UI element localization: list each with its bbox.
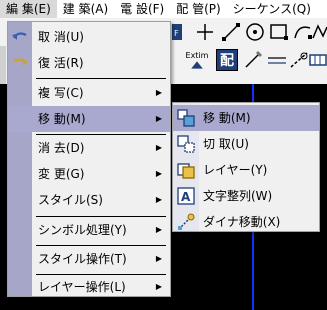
- cut-icon: [177, 135, 195, 153]
- submenu-arrow-icon: ▶: [155, 88, 162, 97]
- submenu-item-label: 文字整列(W): [203, 189, 273, 203]
- submenu-arrow-icon: ▶: [155, 282, 162, 291]
- submenu-item-move[interactable]: 移 動(M): [173, 105, 319, 131]
- menu-item-label: 復 活(R): [38, 56, 84, 70]
- menu-item-label: 取 消(U): [38, 30, 84, 44]
- menu-item-redo[interactable]: 復 活(R): [8, 50, 170, 76]
- toolbar-edge-icon[interactable]: F: [172, 19, 184, 45]
- menu-item-label: 移 動(M): [38, 112, 86, 126]
- haichi-button[interactable]: 配: [216, 49, 238, 71]
- menu-piping[interactable]: 配 管(P): [170, 0, 226, 18]
- menu-item-symbol-processing[interactable]: シンボル処理(Y) ▶: [8, 217, 170, 243]
- menu-architecture[interactable]: 建 築(A): [57, 0, 114, 18]
- extim-button[interactable]: Extim: [182, 47, 212, 73]
- plus-icon[interactable]: [192, 19, 218, 45]
- menu-item-move[interactable]: 移 動(M) ▶: [8, 106, 170, 132]
- menu-item-layer-operation[interactable]: レイヤー操作(L) ▶: [8, 274, 170, 300]
- edit-menu: 取 消(U) 復 活(R) 複 写(C) ▶ 移 動(M) ▶ 消 去(D) ▶…: [7, 21, 171, 297]
- layer-icon: [177, 161, 195, 179]
- submenu-arrow-icon: ▶: [155, 254, 162, 263]
- move-submenu: 移 動(M) 切 取(U) レイヤー(Y) A 文字整列(W) ダイナ移動(X): [172, 102, 320, 232]
- menu-item-change[interactable]: 変 更(G) ▶: [8, 161, 170, 187]
- menu-separator: [36, 78, 166, 79]
- menu-item-style[interactable]: スタイル(S) ▶: [8, 187, 170, 213]
- menu-item-label: スタイル操作(T): [38, 252, 127, 266]
- submenu-arrow-icon: ▶: [155, 195, 162, 204]
- move-icon: [177, 109, 195, 127]
- menu-electrical[interactable]: 電 設(F): [114, 0, 170, 18]
- extim-label: Extim: [185, 50, 209, 60]
- submenu-item-dyna-move[interactable]: ダイナ移動(X): [173, 209, 319, 235]
- undo-icon: [11, 29, 29, 45]
- submenu-item-layer[interactable]: レイヤー(Y): [173, 157, 319, 183]
- submenu-item-label: 移 動(M): [203, 111, 251, 125]
- submenu-arrow-icon: ▶: [155, 143, 162, 152]
- menu-edit[interactable]: 編 集(E): [0, 0, 57, 18]
- rectangle-icon[interactable]: [266, 19, 292, 45]
- redo-icon: [11, 55, 29, 71]
- menu-item-delete[interactable]: 消 去(D) ▶: [8, 135, 170, 161]
- line-icon[interactable]: [218, 19, 244, 45]
- menu-item-label: シンボル処理(Y): [38, 223, 127, 237]
- menu-item-style-operation[interactable]: スタイル操作(T) ▶: [8, 246, 170, 272]
- submenu-item-label: 切 取(U): [203, 137, 249, 151]
- menu-item-undo[interactable]: 取 消(U): [8, 24, 170, 50]
- submenu-item-label: ダイナ移動(X): [203, 215, 281, 229]
- menu-item-label: レイヤー操作(L): [38, 280, 126, 294]
- menu-bar: 編 集(E) 建 築(A) 電 設(F) 配 管(P) シーケンス(Q): [0, 0, 327, 18]
- submenu-arrow-icon: ▶: [155, 169, 162, 178]
- menu-item-label: 消 去(D): [38, 141, 85, 155]
- dyna-move-icon: [177, 213, 195, 231]
- submenu-item-label: レイヤー(Y): [203, 163, 268, 177]
- menu-item-label: 複 写(C): [38, 86, 84, 100]
- polyline-icon[interactable]: [312, 19, 327, 45]
- menu-item-label: スタイル(S): [38, 193, 103, 207]
- svg-text:F: F: [174, 29, 179, 38]
- pipe-icon[interactable]: [308, 47, 327, 73]
- svg-text:A: A: [181, 190, 191, 204]
- submenu-arrow-icon: ▶: [155, 225, 162, 234]
- menu-sequence[interactable]: シーケンス(Q): [227, 0, 317, 18]
- arrow-up-icon: [191, 60, 203, 69]
- menu-item-label: 変 更(G): [38, 167, 85, 181]
- submenu-arrow-icon: ▶: [155, 114, 162, 123]
- menu-item-copy[interactable]: 複 写(C) ▶: [8, 80, 170, 106]
- text-align-icon: A: [177, 187, 195, 205]
- pen-icon[interactable]: [240, 47, 266, 73]
- submenu-item-text-align[interactable]: A 文字整列(W): [173, 183, 319, 209]
- circle-icon[interactable]: [242, 19, 268, 45]
- submenu-item-cut[interactable]: 切 取(U): [173, 131, 319, 157]
